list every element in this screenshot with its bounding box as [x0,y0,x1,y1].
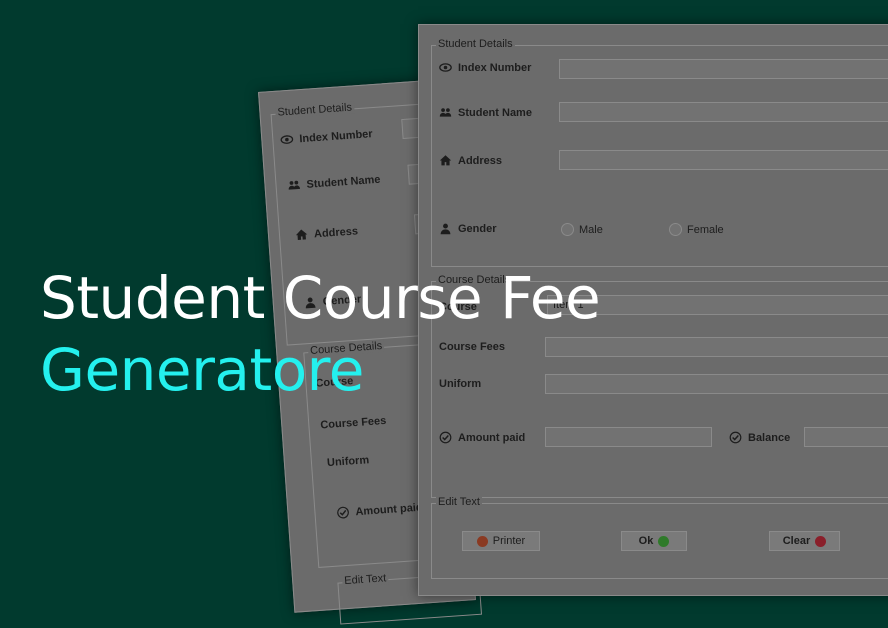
clear-button[interactable]: Clear [769,531,840,551]
paid-input[interactable] [545,427,712,447]
name-input[interactable] [559,102,888,122]
printer-icon [476,535,488,547]
user-icon [440,223,451,235]
uniform-input[interactable] [545,374,888,394]
clear-label: Clear [782,535,811,547]
balance-label: Balance [729,431,790,444]
check-icon [658,535,670,547]
female-text: Female [687,223,724,236]
back-student-details-title: Student Details [275,101,355,119]
home-icon [439,155,452,166]
check-circle-icon [337,506,349,519]
balance-text: Balance [748,431,791,444]
users-icon [288,180,301,190]
index-input[interactable] [559,59,888,79]
uniform-label: Uniform [439,378,481,390]
fees-input[interactable] [545,337,888,357]
headline-title: Student Course Fee [40,264,601,332]
name-text: Student Name [458,106,532,119]
paid-label: Amount paid [439,431,525,444]
close-icon [815,535,827,547]
check-circle-icon [729,431,742,444]
balance-input[interactable] [804,427,888,447]
headline-subtitle: Generatore [40,336,364,404]
gender-text: Gender [458,222,497,235]
check-circle-icon [439,431,452,444]
printer-label: Printer [492,535,526,547]
male-text: Male [579,223,603,236]
users-icon [439,108,452,117]
paid-text: Amount paid [458,431,526,444]
radio-circle-icon [669,223,682,236]
name-label: Student Name [439,106,532,119]
eye-icon [280,135,294,144]
edit-text-title: Edit Text [436,496,482,508]
back-address-text: Address [313,224,359,240]
gender-female-radio[interactable]: Female [669,223,724,236]
printer-button[interactable]: Printer [462,531,540,551]
index-text: Index Number [458,61,532,74]
student-details-title: Student Details [436,38,515,50]
home-icon [295,229,308,240]
address-input[interactable] [559,150,888,170]
back-edit-title: Edit Text [341,572,389,588]
eye-icon [439,63,452,72]
address-text: Address [458,154,503,167]
gender-label: Gender [439,222,497,235]
fees-text: Course Fees [439,341,506,353]
address-label: Address [439,154,502,167]
index-label: Index Number [439,61,531,74]
fees-label: Course Fees [439,341,505,353]
gender-male-radio[interactable]: Male [561,223,603,236]
radio-circle-icon [561,223,574,236]
ok-button[interactable]: Ok [621,531,687,551]
uniform-text: Uniform [439,378,482,390]
ok-label: Ok [638,535,654,547]
